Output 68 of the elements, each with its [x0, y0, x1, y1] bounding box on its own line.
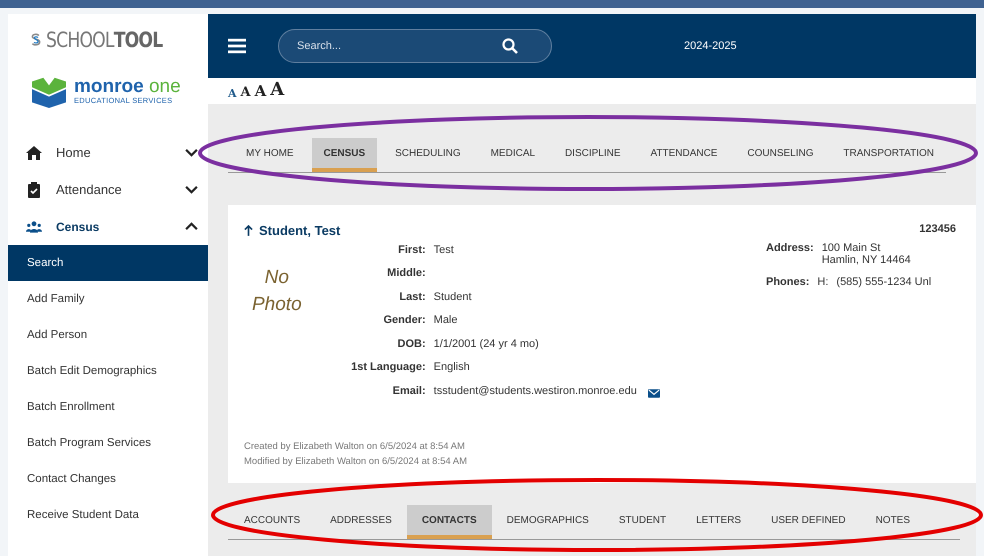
- sidebar-item[interactable]: Add Person: [8, 317, 208, 353]
- section-tab[interactable]: DEMOGRAPHICS: [492, 505, 604, 539]
- address-label: Address:: [766, 242, 814, 256]
- module-tab[interactable]: DISCIPLINE: [552, 138, 633, 172]
- module-tab[interactable]: TRANSPORTATION: [831, 138, 946, 172]
- audit-text: Created by Elizabeth Walton on 6/5/2024 at 8:54 AM: [244, 441, 466, 452]
- nav-item[interactable]: Home: [8, 134, 208, 171]
- font-size-button[interactable]: A: [270, 81, 284, 99]
- chevron-down-icon: [185, 185, 198, 194]
- clipboard-check-icon: [26, 182, 42, 198]
- section-tab[interactable]: ADDRESSES: [315, 505, 407, 539]
- field-value: Male: [434, 314, 458, 326]
- section-tab[interactable]: CONTACTS: [406, 505, 492, 539]
- module-tab[interactable]: CENSUS: [312, 138, 378, 172]
- module-tab[interactable]: ATTENDANCE: [638, 138, 730, 172]
- module-tab[interactable]: MY HOME: [234, 138, 306, 172]
- field-value: Test: [434, 244, 454, 256]
- menu-icon[interactable]: [228, 38, 246, 54]
- school-year: 2024-2025: [684, 40, 737, 52]
- student-id: 123456: [919, 223, 956, 237]
- section-tab[interactable]: USER DEFINED: [756, 505, 861, 539]
- field-label: DOB:: [396, 338, 426, 350]
- field-value: Student: [434, 290, 472, 303]
- house-icon: [26, 144, 42, 160]
- section-tab[interactable]: LETTERS: [681, 505, 756, 539]
- sidebar-item[interactable]: Search: [8, 245, 208, 281]
- font-size-button[interactable]: A: [254, 84, 266, 99]
- search-icon[interactable]: [502, 38, 518, 54]
- phone-type: H:: [817, 276, 828, 288]
- field-label: First:: [397, 244, 426, 256]
- field-label: Last:: [398, 290, 426, 303]
- sidebar-item[interactable]: Contact Changes: [8, 461, 208, 497]
- envelope-icon[interactable]: [648, 389, 660, 398]
- field-label: Gender:: [382, 314, 426, 326]
- field-label: Email:: [392, 384, 426, 397]
- sidebar-item[interactable]: Batch Program Services: [8, 425, 208, 461]
- field-label: Middle:: [386, 267, 426, 280]
- field-value: English: [434, 361, 470, 374]
- field-value: 1/1/2001 (24 yr 4 mo): [434, 338, 539, 350]
- field-label: 1st Language:: [350, 361, 426, 374]
- student-name-link[interactable]: Student, Test: [244, 223, 340, 238]
- audit-text: Modified by Elizabeth Walton on 6/5/2024 at 8:54 AM: [244, 456, 468, 467]
- phone-number: (585) 555-1234 Unl: [836, 276, 932, 288]
- module-tab[interactable]: COUNSELING: [735, 138, 826, 172]
- module-tab[interactable]: MEDICAL: [478, 138, 548, 172]
- field-value: tsstudent@students.westiron.monroe.edu: [434, 384, 637, 397]
- schooltool-logo: SCHOOLTOOL: [30, 24, 188, 56]
- search-field[interactable]: Search...: [278, 29, 552, 63]
- people-icon: [26, 218, 42, 234]
- sidebar-item[interactable]: Batch Edit Demographics: [8, 353, 208, 389]
- font-size-button[interactable]: A: [228, 88, 237, 99]
- section-tab[interactable]: STUDENT: [604, 505, 682, 539]
- module-tab[interactable]: SCHEDULING: [383, 138, 473, 172]
- sidebar-item[interactable]: Receive Student Data: [8, 497, 208, 533]
- nav-item[interactable]: Census: [8, 208, 208, 245]
- phones-label: Phones:: [766, 276, 810, 288]
- address-line: 100 Main St: [822, 242, 882, 254]
- chevron-down-icon: [185, 148, 198, 157]
- section-tab[interactable]: ACCOUNTS: [228, 505, 316, 539]
- sidebar-item[interactable]: Batch Enrollment: [8, 389, 208, 425]
- chevron-up-icon: [185, 222, 198, 231]
- nav-item[interactable]: Attendance: [8, 171, 208, 208]
- font-size-button[interactable]: A: [240, 86, 251, 99]
- section-tab[interactable]: NOTES: [860, 505, 926, 539]
- sidebar-item[interactable]: Add Family: [8, 281, 208, 317]
- no-photo-text: No Photo: [252, 266, 302, 317]
- arrow-up-icon: [244, 225, 253, 236]
- address-line: Hamlin, NY 14464: [822, 254, 911, 266]
